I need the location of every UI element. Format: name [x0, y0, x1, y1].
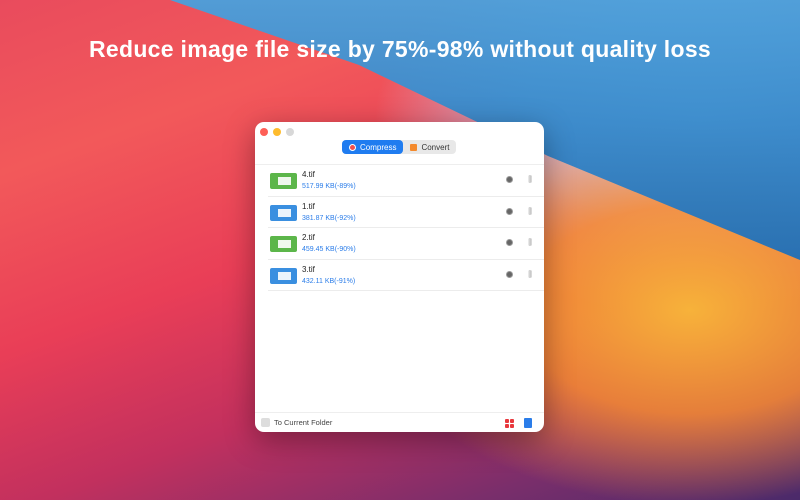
window-controls [260, 128, 294, 136]
file-row[interactable]: 1.tif 381.87 KB(-92%) [|] [268, 197, 544, 228]
file-size: 432.11 KB(-91%) [302, 277, 356, 285]
file-size: 459.45 KB(-90%) [302, 246, 356, 253]
headline: Reduce image file size by 75%-98% withou… [88, 36, 712, 62]
footer: To Current Folder [255, 412, 544, 432]
preview-icon[interactable] [506, 270, 513, 278]
compare-icon[interactable]: [|] [528, 176, 532, 183]
tab-label: Convert [421, 142, 450, 152]
preview-icon[interactable] [506, 239, 513, 246]
tab-compress[interactable]: Compress [342, 140, 404, 154]
file-name: 3.tif [302, 264, 315, 274]
image-thumbnail [270, 267, 297, 284]
app-window: Compress Convert 4.tif 517.99 KB(-89%) [… [255, 122, 544, 432]
file-name: 2.tif [302, 233, 315, 242]
file-row[interactable]: 3.tif 432.11 KB(-91%) [|] [268, 260, 544, 291]
file-row[interactable]: 4.tif 517.99 KB(-89%) [|] [268, 165, 544, 197]
preview-icon[interactable] [506, 207, 513, 215]
image-thumbnail [270, 236, 297, 252]
tab-label: Compress [360, 142, 397, 152]
file-size: 517.99 KB(-89%) [302, 183, 356, 190]
compare-icon[interactable]: [|] [528, 208, 532, 215]
image-thumbnail [270, 173, 297, 189]
file-name: 4.tif [302, 170, 315, 179]
compare-icon[interactable]: [|] [528, 239, 532, 246]
preview-icon[interactable] [506, 176, 513, 183]
convert-icon [410, 143, 418, 151]
trash-icon[interactable] [524, 418, 532, 428]
file-size: 381.87 KB(-92%) [302, 214, 356, 222]
to-current-folder-checkbox[interactable] [261, 418, 270, 427]
mode-switch: Compress Convert [342, 140, 457, 154]
checkbox-label: To Current Folder [274, 418, 333, 427]
minimize-button[interactable] [273, 128, 281, 136]
file-name: 1.tif [302, 201, 315, 211]
grid-view-icon[interactable] [505, 419, 514, 428]
zoom-button[interactable] [286, 128, 294, 136]
file-row[interactable]: 2.tif 459.45 KB(-90%) [|] [268, 228, 544, 260]
image-thumbnail [270, 204, 297, 221]
compare-icon[interactable]: [|] [528, 271, 532, 278]
tab-convert[interactable]: Convert [403, 140, 456, 154]
close-button[interactable] [260, 128, 268, 136]
compress-icon [349, 143, 356, 151]
file-list: 4.tif 517.99 KB(-89%) [|] 1.tif 381.87 K… [255, 164, 544, 291]
